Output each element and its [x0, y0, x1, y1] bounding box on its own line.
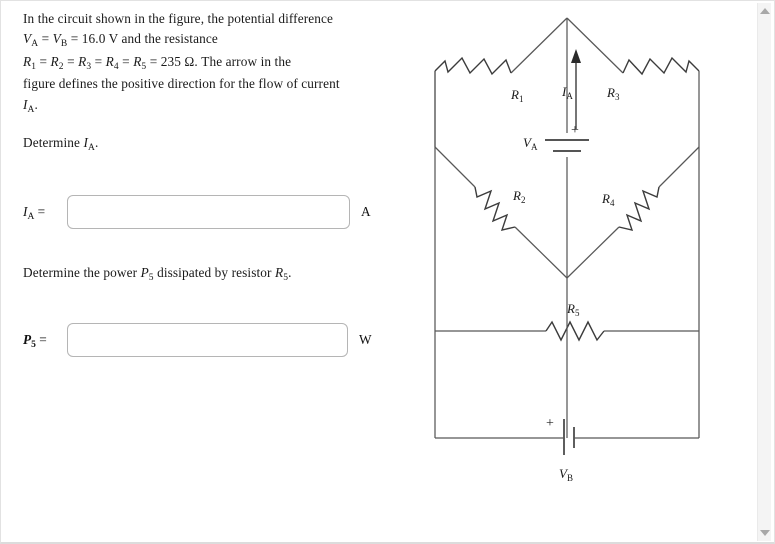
answer-label-p5: P5 =	[23, 332, 47, 350]
symbol-r4: R4	[105, 53, 119, 72]
symbol-r3: R3	[78, 53, 92, 72]
symbol-vb: VB	[52, 31, 68, 50]
r1-arm-upper-wire	[510, 17, 568, 74]
symbol-r5: R5	[133, 53, 147, 72]
symbol-r2: R2	[50, 53, 64, 72]
r1-label: R1	[510, 87, 523, 104]
symbol-r1: R1	[23, 53, 37, 72]
answer-unit-ia: A	[361, 204, 371, 219]
r2-label: R2	[512, 188, 525, 205]
scroll-down-arrow-icon[interactable]	[760, 530, 770, 536]
problem-statement: In the circuit shown in the figure, the …	[23, 11, 340, 115]
scroll-up-arrow-icon[interactable]	[760, 8, 770, 14]
answer-row-p5: P5 = W	[23, 323, 372, 357]
statement-line-4: figure defines the positive direction fo…	[23, 76, 340, 92]
r5-label: R5	[566, 301, 580, 318]
va-label: VA	[523, 135, 538, 152]
answer-row-ia: IA = A	[23, 195, 371, 229]
circuit-figure: R5 R1 R3 R2 R4 IA + VA + VB	[419, 1, 739, 501]
r1-resistor-zigzag	[434, 56, 512, 76]
r3-label: R3	[606, 85, 620, 102]
r4-arm-lower-wire	[566, 226, 620, 279]
question-2-prompt: Determine the power P5 dissipated by res…	[23, 265, 292, 283]
answer-input-p5[interactable]	[67, 323, 348, 357]
answer-input-ia[interactable]	[67, 195, 350, 229]
vb-plus-sign: +	[546, 416, 554, 431]
symbol-va: VA	[23, 31, 39, 50]
equals-sign-ia: =	[37, 204, 46, 219]
answer-unit-p5: W	[359, 332, 372, 347]
equals-sign-p5: =	[39, 332, 47, 347]
resistance-value: 235 Ω	[160, 53, 195, 69]
vb-label: VB	[559, 466, 573, 483]
r2-arm-upper-wire	[434, 146, 476, 188]
answer-label-ia: IA =	[23, 204, 46, 222]
q1-symbol-ia: IA	[83, 135, 95, 154]
statement-line-1: In the circuit shown in the figure, the …	[23, 11, 333, 26]
vertical-scrollbar[interactable]	[757, 3, 771, 541]
symbol-ia: IA	[23, 96, 35, 115]
r3-resistor-zigzag	[622, 56, 700, 76]
r2-arm-lower-wire	[514, 226, 568, 279]
content-frame: In the circuit shown in the figure, the …	[0, 0, 775, 544]
r2-resistor-zigzag	[474, 186, 516, 231]
voltage-value: 16.0 V	[81, 31, 119, 47]
ia-arrow-head	[571, 49, 581, 63]
problem-pane: In the circuit shown in the figure, the …	[23, 9, 423, 155]
q2-symbol-p5: P5	[140, 265, 154, 283]
r4-label: R4	[601, 191, 615, 208]
r4-arm-upper-wire	[658, 146, 700, 188]
r4-resistor-zigzag	[618, 186, 660, 231]
r5-resistor-zigzag	[545, 320, 605, 342]
q2-symbol-r5: R5	[274, 265, 289, 283]
va-plus-sign: +	[571, 123, 579, 138]
question-1-prompt: Determine IA.	[23, 135, 99, 154]
